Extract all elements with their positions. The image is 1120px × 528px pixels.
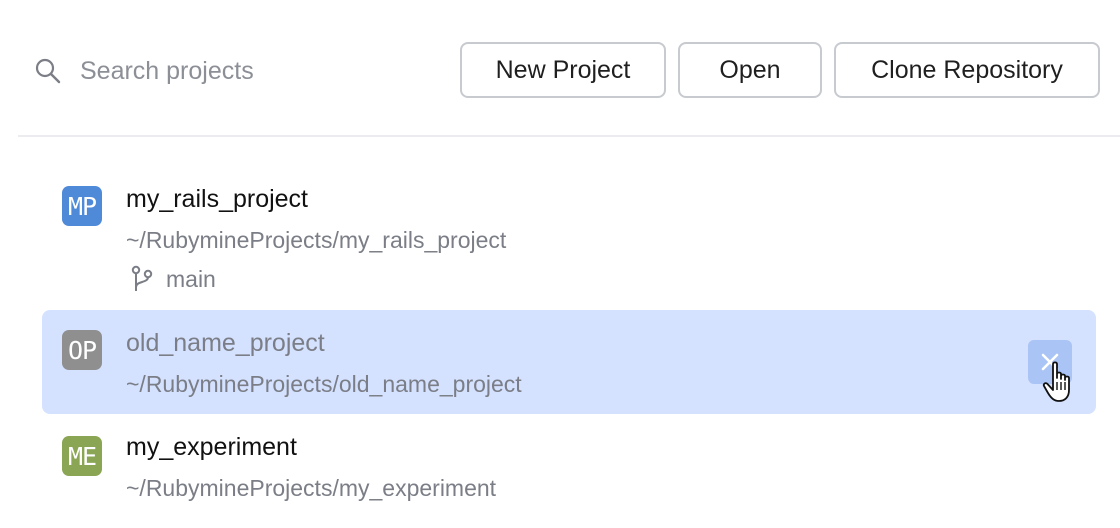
project-item[interactable]: ME my_experiment ~/RubymineProjects/my_e… [42,420,1096,516]
project-path: ~/RubymineProjects/my_rails_project [126,227,507,253]
project-path: ~/RubymineProjects/old_name_project [126,371,522,397]
project-name: old_name_project [126,329,325,357]
project-item-selected[interactable]: OP old_name_project ~/RubymineProjects/o… [42,310,1096,414]
project-avatar: OP [62,330,102,370]
clone-repository-button[interactable]: Clone Repository [834,42,1100,98]
branch-name: main [166,265,216,292]
project-branch: main [130,264,216,294]
search-box[interactable] [34,52,380,90]
hand-pointer-cursor-icon [1042,361,1070,402]
project-item[interactable]: MP my_rails_project ~/RubymineProjects/m… [42,168,1096,300]
project-path: ~/RubymineProjects/my_experiment [126,475,497,501]
git-branch-icon [131,265,153,291]
search-icon [35,58,61,84]
project-name: my_experiment [126,433,297,461]
welcome-header: New Project Open Clone Repository [0,0,1120,137]
project-avatar: MP [62,186,102,226]
header-divider [18,135,1120,137]
project-name: my_rails_project [126,185,309,213]
open-button[interactable]: Open [678,42,822,98]
search-input[interactable] [80,56,380,86]
new-project-button[interactable]: New Project [460,42,666,98]
project-avatar: ME [62,436,102,476]
